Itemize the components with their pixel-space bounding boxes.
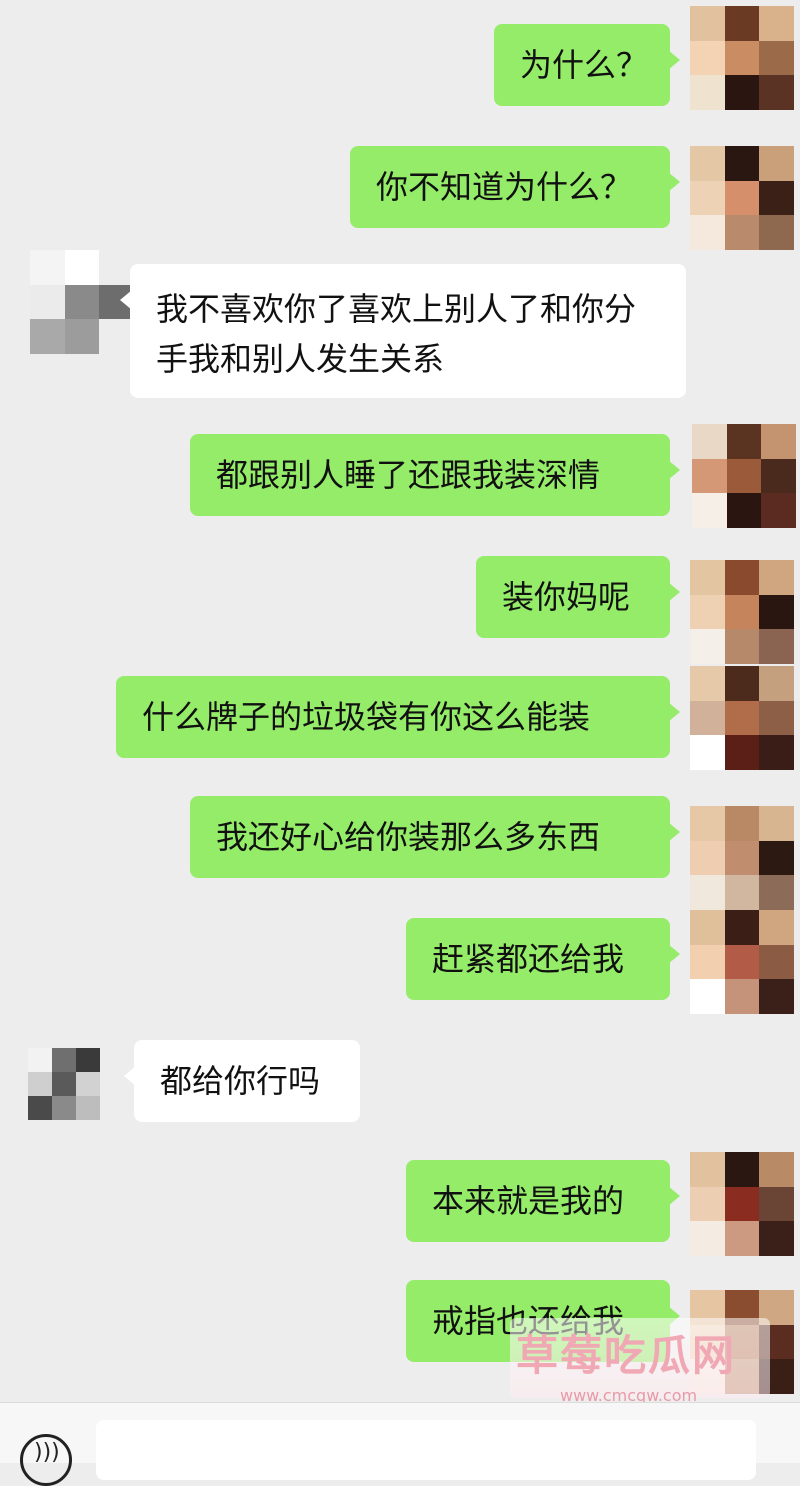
self-avatar[interactable] (690, 6, 794, 110)
message-bubble[interactable]: 都跟别人睡了还跟我装深情 (190, 434, 680, 516)
message-bubble[interactable]: 装你妈呢 (476, 556, 680, 638)
message-bubble[interactable]: 我还好心给你装那么多东西 (190, 796, 680, 878)
watermark-title: 草莓吃瓜网 (516, 1331, 737, 1380)
self-avatar[interactable] (690, 146, 794, 250)
friend-avatar[interactable] (28, 1048, 100, 1120)
message-bubble[interactable]: 什么牌子的垃圾袋有你这么能装 (116, 676, 680, 758)
self-avatar[interactable] (690, 910, 794, 1014)
message-bubble[interactable]: 为什么？ (494, 24, 680, 106)
self-avatar[interactable] (690, 1152, 794, 1256)
self-avatar[interactable] (690, 560, 794, 664)
self-avatar[interactable] (692, 424, 796, 528)
friend-avatar[interactable] (30, 250, 134, 354)
voice-wave-icon: ))) (34, 1440, 60, 1465)
message-input[interactable] (96, 1420, 756, 1480)
self-avatar[interactable] (690, 666, 794, 770)
message-bubble[interactable]: 本来就是我的 (406, 1160, 680, 1242)
message-bubble[interactable]: 赶紧都还给我 (406, 918, 680, 1000)
message-bubble[interactable]: 我不喜欢你了喜欢上别人了和你分手我和别人发生关系 (120, 264, 686, 398)
message-bubble[interactable]: 你不知道为什么？ (350, 146, 680, 228)
self-avatar[interactable] (690, 806, 794, 910)
message-bubble[interactable]: 都给你行吗 (124, 1040, 360, 1122)
